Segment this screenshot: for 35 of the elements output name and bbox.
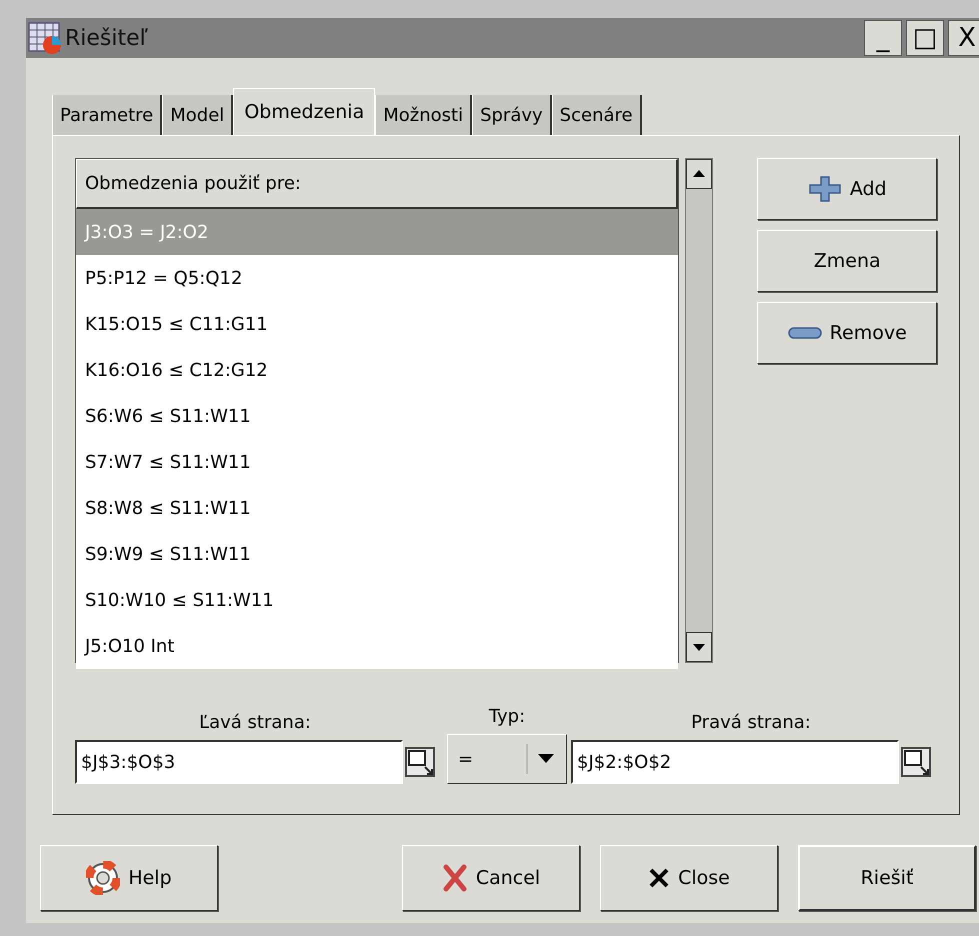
plus-icon: [808, 175, 842, 203]
field-label: Typ:: [488, 705, 526, 729]
input-field[interactable]: $J$3:$O$3: [75, 740, 403, 784]
cell-range-icon[interactable]: [405, 747, 435, 777]
cell-range-icon[interactable]: [901, 747, 931, 777]
close-button[interactable]: Close: [600, 845, 778, 911]
minus-icon: [788, 327, 822, 339]
add-button[interactable]: Add: [757, 158, 937, 220]
window-control[interactable]: _: [864, 20, 902, 56]
spreadsheet-icon: [27, 20, 63, 56]
remove-button[interactable]: Remove: [757, 302, 937, 364]
lifebuoy-icon: [86, 861, 120, 895]
help-button[interactable]: Help: [40, 845, 218, 911]
cross-icon: [442, 864, 468, 892]
field-label: Pravá strana:: [691, 711, 811, 735]
window-title: Riešiteľ: [65, 24, 148, 52]
list-header: Obmedzenia použiť pre:: [76, 159, 678, 209]
tab[interactable]: Parametre: [52, 95, 162, 135]
scroll-down-icon[interactable]: [686, 632, 712, 662]
solve-button[interactable]: Riešiť: [798, 845, 976, 911]
tab[interactable]: Obmedzenia: [233, 88, 376, 135]
close-icon: [648, 867, 670, 889]
tab[interactable]: Možnosti: [375, 95, 472, 135]
input-field[interactable]: $J$2:$O$2: [571, 740, 899, 784]
cancel-button[interactable]: Cancel: [402, 845, 580, 911]
tab[interactable]: Scenáre: [552, 95, 642, 135]
edit-button[interactable]: Zmena: [757, 230, 937, 292]
field-label: Ľavá strana:: [199, 711, 311, 735]
tab[interactable]: Správy: [472, 95, 552, 135]
type-dropdown[interactable]: =: [447, 734, 567, 784]
tab[interactable]: Model: [162, 95, 234, 135]
window-control[interactable]: □: [906, 20, 944, 56]
scrollbar[interactable]: [685, 158, 714, 663]
scroll-up-icon[interactable]: [686, 159, 712, 189]
window-control[interactable]: X: [948, 20, 979, 56]
